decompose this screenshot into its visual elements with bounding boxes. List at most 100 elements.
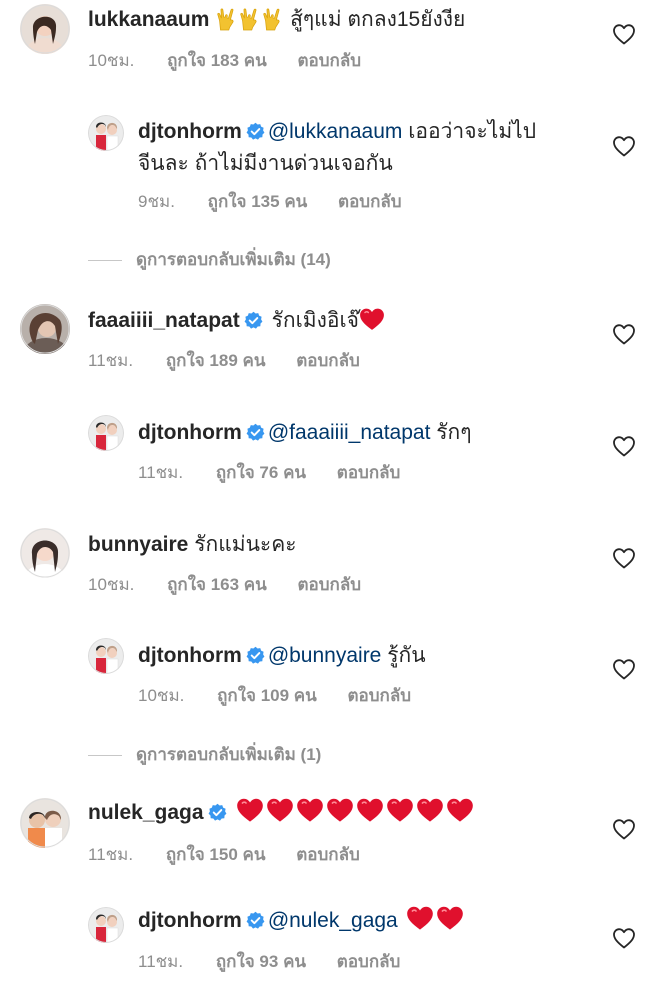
reply-button[interactable]: ตอบกลับ (337, 463, 401, 482)
username-link[interactable]: lukkanaaum (88, 8, 209, 31)
username-link[interactable]: djtonhorm (138, 120, 242, 143)
red-heart-emoji (359, 307, 385, 340)
comment-meta: 11ชม. ถูกใจ 189 คน ตอบกลับ (88, 347, 386, 374)
like-heart-icon[interactable] (612, 435, 636, 457)
reply-button[interactable]: ตอบกลับ (348, 686, 412, 705)
username-link[interactable]: bunnyaire (88, 533, 188, 556)
like-heart-icon[interactable] (612, 927, 636, 949)
red-heart-emoji (266, 797, 294, 832)
red-heart-emoji (446, 797, 474, 832)
avatar[interactable] (20, 528, 70, 578)
comment-text: bunnyaire รักแม่นะคะ (88, 529, 297, 560)
comment-meta: 11ชม. ถูกใจ 93 คน ตอบกลับ (138, 948, 426, 975)
avatar[interactable] (88, 907, 124, 943)
timestamp: 10ชม. (88, 51, 135, 70)
likes-count[interactable]: ถูกใจ 76 คน (216, 463, 306, 482)
comment-text: lukkanaaum สู้ๆแม่ ตกลง15ยังงีย (88, 4, 465, 40)
comment-meta: 10ชม. ถูกใจ 109 คน ตอบกลับ (138, 682, 437, 709)
username-link[interactable]: djtonhorm (138, 909, 242, 932)
comment-text: djtonhorm @nulek_gaga (138, 905, 466, 940)
username-link[interactable]: djtonhorm (138, 644, 242, 667)
verified-badge-icon (246, 420, 265, 451)
verified-badge-icon (244, 308, 263, 339)
like-heart-icon[interactable] (612, 547, 636, 569)
verified-badge-icon (246, 119, 265, 150)
timestamp: 11ชม. (88, 351, 134, 370)
verified-badge-icon (246, 908, 265, 939)
reply-button[interactable]: ตอบกลับ (337, 952, 401, 971)
comment-body: รู้กัน (381, 644, 426, 667)
reply-button[interactable]: ตอบกลับ (298, 51, 362, 70)
like-heart-icon[interactable] (612, 135, 636, 157)
comment-body: รักๆ (430, 421, 472, 444)
likes-count[interactable]: ถูกใจ 135 คน (208, 192, 308, 211)
reply-button[interactable]: ตอบกลับ (296, 845, 360, 864)
likes-count[interactable]: ถูกใจ 93 คน (216, 952, 306, 971)
reply-button[interactable]: ตอบกลับ (296, 351, 360, 370)
timestamp: 10ชม. (88, 575, 135, 594)
comment-body: สู้ๆแม่ ตกลง15ยังงีย (284, 8, 466, 31)
red-heart-emoji (406, 905, 434, 940)
reply-button[interactable]: ตอบกลับ (338, 192, 402, 211)
mention-link[interactable]: @faaaiiii_natapat (268, 421, 431, 444)
timestamp: 9ชม. (138, 192, 175, 211)
comment-text: djtonhorm @faaaiiii_natapat รักๆ (138, 417, 472, 451)
verified-badge-icon (208, 800, 227, 831)
view-more-replies-button[interactable]: ดูการตอบกลับเพิ่มเติม (1) (88, 741, 321, 768)
likes-count[interactable]: ถูกใจ 150 คน (166, 845, 266, 864)
comment-meta: 10ชม. ถูกใจ 163 คน ตอบกลับ (88, 571, 387, 598)
username-link[interactable]: djtonhorm (138, 421, 242, 444)
view-more-label: ดูการตอบกลับเพิ่มเติม (1) (136, 745, 322, 764)
rock-hand-emoji (215, 7, 237, 40)
avatar[interactable] (20, 798, 70, 848)
avatar[interactable] (88, 415, 124, 451)
mention-link[interactable]: @bunnyaire (268, 644, 382, 667)
mention-link[interactable]: @lukkanaaum (268, 120, 403, 143)
timestamp: 10ชม. (138, 686, 185, 705)
avatar[interactable] (20, 4, 70, 54)
view-more-replies-button[interactable]: ดูการตอบกลับเพิ่มเติม (14) (88, 246, 331, 273)
red-heart-emoji (326, 797, 354, 832)
comment-meta: 11ชม. ถูกใจ 150 คน ตอบกลับ (88, 841, 386, 868)
likes-count[interactable]: ถูกใจ 163 คน (167, 575, 267, 594)
red-heart-emoji (436, 905, 464, 940)
rock-hand-emoji (238, 7, 260, 40)
username-link[interactable]: nulek_gaga (88, 801, 204, 824)
like-heart-icon[interactable] (612, 323, 636, 345)
divider-line (88, 755, 122, 757)
view-more-label: ดูการตอบกลับเพิ่มเติม (14) (136, 250, 331, 269)
red-heart-emoji (236, 797, 264, 832)
timestamp: 11ชม. (138, 463, 184, 482)
reply-button[interactable]: ตอบกลับ (298, 575, 362, 594)
red-heart-emoji (416, 797, 444, 832)
likes-count[interactable]: ถูกใจ 109 คน (217, 686, 317, 705)
comment-body: เออว่าจะไม่ไป (402, 120, 537, 143)
comment-meta: 9ชม. ถูกใจ 135 คน ตอบกลับ (138, 188, 428, 215)
timestamp: 11ชม. (138, 952, 184, 971)
red-heart-emoji (296, 797, 324, 832)
comment-text: djtonhorm @bunnyaire รู้กัน (138, 640, 426, 674)
timestamp: 11ชม. (88, 845, 134, 864)
red-heart-emoji (386, 797, 414, 832)
red-heart-emoji (356, 797, 384, 832)
comment-body: รักแม่นะคะ (188, 533, 297, 556)
avatar[interactable] (88, 115, 124, 151)
likes-count[interactable]: ถูกใจ 189 คน (166, 351, 266, 370)
avatar[interactable] (88, 638, 124, 674)
rock-hand-emoji (261, 7, 283, 40)
comment-body: รักเมิงอิเจ๊ (265, 309, 359, 332)
username-link[interactable]: faaaiiii_natapat (88, 309, 240, 332)
like-heart-icon[interactable] (612, 818, 636, 840)
mention-link[interactable]: @nulek_gaga (268, 909, 398, 932)
comment-text-continued: จีนละ ถ้าไม่มีงานด่วนเจอกัน (138, 152, 393, 175)
verified-badge-icon (246, 643, 265, 674)
like-heart-icon[interactable] (612, 658, 636, 680)
like-heart-icon[interactable] (612, 23, 636, 45)
likes-count[interactable]: ถูกใจ 183 คน (167, 51, 267, 70)
comment-meta: 10ชม. ถูกใจ 183 คน ตอบกลับ (88, 47, 387, 74)
comment-text: faaaiiii_natapat รักเมิงอิเจ๊ (88, 305, 387, 340)
comment-text: nulek_gaga (88, 797, 476, 832)
comment-text: djtonhorm @lukkanaaum เออว่าจะไม่ไป (138, 116, 536, 150)
avatar[interactable] (20, 304, 70, 354)
divider-line (88, 260, 122, 262)
